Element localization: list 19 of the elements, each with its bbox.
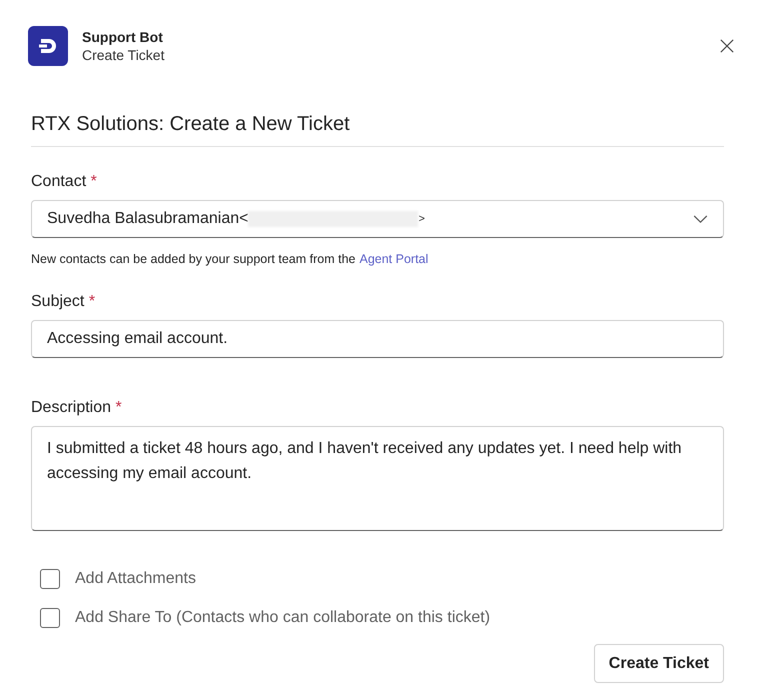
form-title: RTX Solutions: Create a New Ticket [31, 112, 351, 137]
app-name: Support Bot [82, 28, 164, 46]
field-label: Subject * [31, 292, 96, 312]
close-icon[interactable] [720, 39, 734, 53]
contact-dropdown[interactable]: Suvedha Balasubramanian< > [31, 200, 724, 238]
checkbox[interactable] [40, 608, 60, 628]
app-subtitle: Create Ticket [82, 46, 166, 64]
checkbox[interactable] [40, 569, 60, 589]
description-textarea[interactable]: I submitted a ticket 48 hours ago, and I haven't received any updates yet. I need help with accessing my email account. [31, 426, 724, 531]
chevron-down-icon [693, 214, 708, 224]
agent-portal-link[interactable]: Agent Portal [359, 252, 428, 266]
create-ticket-button[interactable]: Create Ticket [594, 644, 724, 683]
field-label: Description * [31, 398, 123, 418]
checkbox-label: Add Attachments [75, 570, 196, 588]
bot-logo-icon [28, 26, 68, 66]
field-label: Contact * [31, 172, 98, 192]
checkbox-label: Add Share To (Contacts who can collaborate on this ticket) [75, 609, 490, 627]
subject-input[interactable]: Accessing email account. [31, 320, 724, 358]
help-text: New contacts can be added by your support team from the [31, 252, 356, 266]
